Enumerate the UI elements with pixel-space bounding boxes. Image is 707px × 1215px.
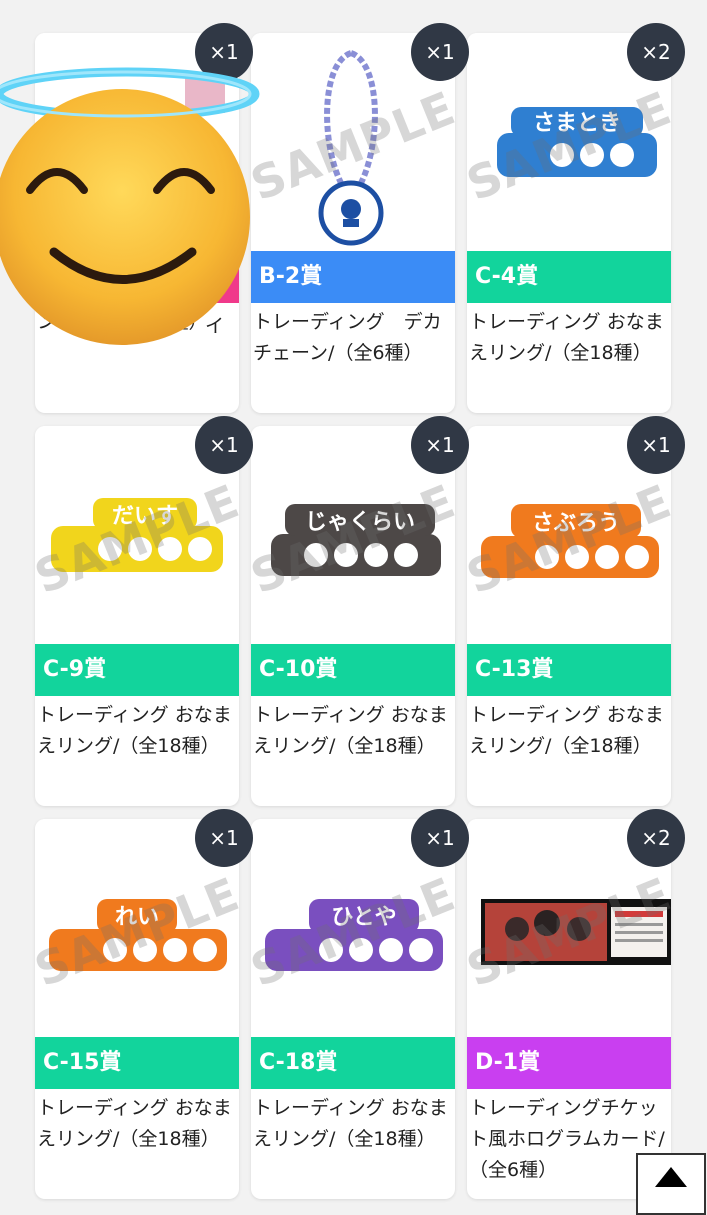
prize-card[interactable]: ひとや SAMPLE C-18賞 トレーディング おなまえリング/（全18種） … (251, 809, 469, 1199)
prize-card[interactable]: さぶろう SAMPLE C-13賞 トレーディング おなまえリング/（全18種）… (467, 416, 685, 806)
prize-description: トレーディング おなまえリング/（全18種） (469, 311, 664, 364)
prize-grade-label: C-9賞 (35, 644, 239, 696)
prize-grade-label: C-15賞 (35, 1037, 239, 1089)
prize-card[interactable]: SAMPLE D-1賞 トレーディングチケット風ホログラムカード/（全6種） ×… (467, 809, 685, 1199)
prize-description-fragment: イ (205, 315, 225, 337)
quantity-badge: ×2 (627, 809, 685, 867)
quantity-badge: ×1 (195, 23, 253, 81)
prize-description: トレーディング おなまえリング/（全18種） (253, 1097, 448, 1150)
prize-description: イ ンボード/（全6種） (35, 303, 239, 338)
prize-description: トレーディング デカチェーン/（全6種） (253, 311, 442, 364)
prize-card[interactable]: れい SAMPLE C-15賞 トレーディング おなまえリング/（全18種） ×… (35, 809, 253, 1199)
svg-text:じゃくらい: じゃくらい (305, 510, 415, 535)
prize-grade-label (35, 251, 239, 303)
prize-grade-label: C-13賞 (467, 644, 671, 696)
prize-grid: イ ンボード/（全6種） ×1 SAMPLE B-2賞 トレーディング デカチェ… (35, 23, 685, 1199)
quantity-badge: ×1 (195, 809, 253, 867)
prize-grade-label: D-1賞 (467, 1037, 671, 1089)
svg-text:さぶろう: さぶろう (532, 511, 620, 536)
quantity-badge: ×1 (411, 809, 469, 867)
triangle-up-icon (655, 1167, 687, 1187)
prize-description: トレーディング おなまえリング/（全18種） (37, 1097, 232, 1150)
prize-description: トレーディング おなまえリング/（全18種） (253, 704, 448, 757)
quantity-badge: ×1 (411, 416, 469, 474)
prize-card[interactable]: SAMPLE B-2賞 トレーディング デカチェーン/（全6種） ×1 (251, 23, 469, 413)
prize-grade-label: C-10賞 (251, 644, 455, 696)
prize-card[interactable]: だいす SAMPLE C-9賞 トレーディング おなまえリング/（全18種） ×… (35, 416, 253, 806)
quantity-badge: ×2 (627, 23, 685, 81)
prize-grade-label: C-4賞 (467, 251, 671, 303)
prize-grade-label: C-18賞 (251, 1037, 455, 1089)
prize-card[interactable]: イ ンボード/（全6種） ×1 (35, 23, 253, 413)
svg-text:さまとき: さまとき (533, 111, 621, 136)
prize-card[interactable]: さまとき SAMPLE C-4賞 トレーディング おなまえリング/（全18種） … (467, 23, 685, 413)
prize-description: トレーディング おなまえリング/（全18種） (37, 704, 232, 757)
svg-text:ひとや: ひとや (331, 905, 396, 930)
quantity-badge: ×1 (627, 416, 685, 474)
svg-text:れい: れい (115, 905, 159, 930)
prize-description: トレーディング おなまえリング/（全18種） (469, 704, 664, 757)
prize-grade-label: B-2賞 (251, 251, 455, 303)
svg-text:だいす: だいす (112, 504, 178, 529)
quantity-badge: ×1 (411, 23, 469, 81)
prize-card[interactable]: じゃくらい SAMPLE C-10賞 トレーディング おなまえリング/（全18種… (251, 416, 469, 806)
quantity-badge: ×1 (195, 416, 253, 474)
scroll-to-top-button[interactable] (636, 1153, 706, 1215)
